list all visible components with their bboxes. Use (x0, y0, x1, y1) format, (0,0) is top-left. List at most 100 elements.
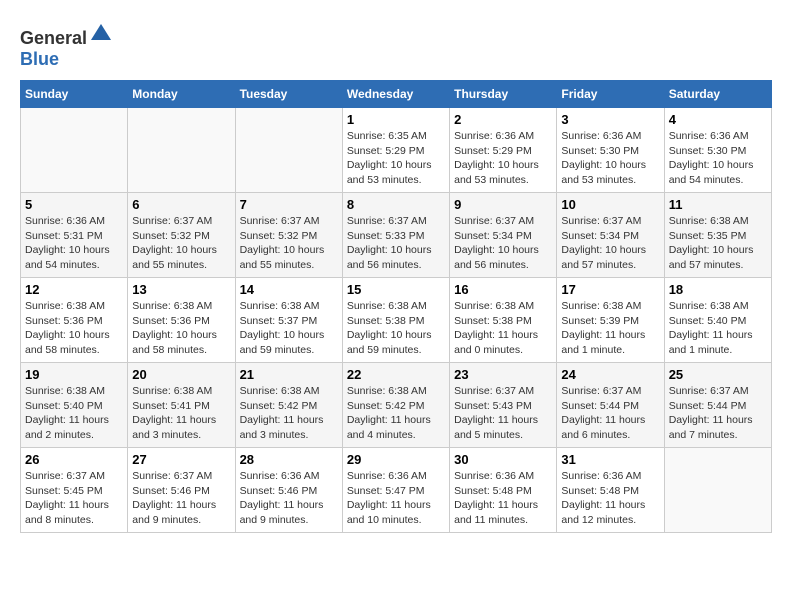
calendar-week-row: 1 Sunrise: 6:35 AM Sunset: 5:29 PM Daylig… (21, 108, 772, 193)
day-number: 24 (561, 367, 659, 382)
calendar-cell: 16 Sunrise: 6:38 AM Sunset: 5:38 PM Dayli… (450, 278, 557, 363)
day-number: 12 (25, 282, 123, 297)
day-number: 9 (454, 197, 552, 212)
calendar-cell: 11Sunrise: 6:38 AM Sunset: 5:35 PM Dayli… (664, 193, 771, 278)
calendar-cell: 13 Sunrise: 6:38 AM Sunset: 5:36 PM Dayli… (128, 278, 235, 363)
day-info: Sunrise: 6:36 AM Sunset: 5:46 PM Dayligh… (240, 469, 338, 528)
day-number: 27 (132, 452, 230, 467)
calendar-cell: 21 Sunrise: 6:38 AM Sunset: 5:42 PM Dayli… (235, 363, 342, 448)
day-number: 29 (347, 452, 445, 467)
day-number: 13 (132, 282, 230, 297)
day-number: 10 (561, 197, 659, 212)
day-number: 15 (347, 282, 445, 297)
calendar-cell: 27Sunrise: 6:37 AM Sunset: 5:46 PM Dayli… (128, 448, 235, 533)
day-number: 4 (669, 112, 767, 127)
weekday-header-wednesday: Wednesday (342, 81, 449, 108)
weekday-header-saturday: Saturday (664, 81, 771, 108)
calendar-cell: 18 Sunrise: 6:38 AM Sunset: 5:40 PM Dayli… (664, 278, 771, 363)
day-info: Sunrise: 6:38 AM Sunset: 5:36 PM Dayligh… (25, 299, 123, 358)
day-info: Sunrise: 6:37 AM Sunset: 5:44 PM Dayligh… (669, 384, 767, 443)
calendar-week-row: 26 Sunrise: 6:37 AM Sunset: 5:45 PM Dayli… (21, 448, 772, 533)
logo: General Blue (20, 20, 113, 70)
calendar-table: SundayMondayTuesdayWednesdayThursdayFrid… (20, 80, 772, 533)
calendar-cell: 3 Sunrise: 6:36 AM Sunset: 5:30 PM Daylig… (557, 108, 664, 193)
day-number: 31 (561, 452, 659, 467)
calendar-cell: 25Sunrise: 6:37 AM Sunset: 5:44 PM Dayli… (664, 363, 771, 448)
calendar-cell: 29 Sunrise: 6:36 AM Sunset: 5:47 PM Dayli… (342, 448, 449, 533)
day-info: Sunrise: 6:37 AM Sunset: 5:32 PM Dayligh… (132, 214, 230, 273)
calendar-cell: 14 Sunrise: 6:38 AM Sunset: 5:37 PM Dayli… (235, 278, 342, 363)
calendar-cell: 17Sunrise: 6:38 AM Sunset: 5:39 PM Dayli… (557, 278, 664, 363)
day-info: Sunrise: 6:38 AM Sunset: 5:38 PM Dayligh… (454, 299, 552, 358)
day-info: Sunrise: 6:38 AM Sunset: 5:41 PM Dayligh… (132, 384, 230, 443)
day-number: 19 (25, 367, 123, 382)
calendar-cell: 6 Sunrise: 6:37 AM Sunset: 5:32 PM Daylig… (128, 193, 235, 278)
day-info: Sunrise: 6:37 AM Sunset: 5:43 PM Dayligh… (454, 384, 552, 443)
calendar-cell: 23 Sunrise: 6:37 AM Sunset: 5:43 PM Dayli… (450, 363, 557, 448)
day-number: 21 (240, 367, 338, 382)
weekday-header-monday: Monday (128, 81, 235, 108)
weekday-header-thursday: Thursday (450, 81, 557, 108)
day-number: 23 (454, 367, 552, 382)
day-number: 3 (561, 112, 659, 127)
weekday-header-tuesday: Tuesday (235, 81, 342, 108)
calendar-cell: 26 Sunrise: 6:37 AM Sunset: 5:45 PM Dayli… (21, 448, 128, 533)
day-info: Sunrise: 6:37 AM Sunset: 5:34 PM Dayligh… (561, 214, 659, 273)
day-info: Sunrise: 6:36 AM Sunset: 5:29 PM Dayligh… (454, 129, 552, 188)
calendar-cell (664, 448, 771, 533)
day-info: Sunrise: 6:36 AM Sunset: 5:30 PM Dayligh… (561, 129, 659, 188)
logo-blue: Blue (20, 49, 59, 69)
day-number: 26 (25, 452, 123, 467)
day-info: Sunrise: 6:38 AM Sunset: 5:39 PM Dayligh… (561, 299, 659, 358)
calendar-cell (128, 108, 235, 193)
day-number: 30 (454, 452, 552, 467)
day-info: Sunrise: 6:38 AM Sunset: 5:37 PM Dayligh… (240, 299, 338, 358)
day-info: Sunrise: 6:38 AM Sunset: 5:36 PM Dayligh… (132, 299, 230, 358)
calendar-body: 1 Sunrise: 6:35 AM Sunset: 5:29 PM Daylig… (21, 108, 772, 533)
day-number: 8 (347, 197, 445, 212)
logo-icon (89, 20, 113, 44)
day-info: Sunrise: 6:37 AM Sunset: 5:32 PM Dayligh… (240, 214, 338, 273)
day-number: 5 (25, 197, 123, 212)
day-number: 6 (132, 197, 230, 212)
day-info: Sunrise: 6:36 AM Sunset: 5:30 PM Dayligh… (669, 129, 767, 188)
calendar-cell: 9 Sunrise: 6:37 AM Sunset: 5:34 PM Daylig… (450, 193, 557, 278)
day-info: Sunrise: 6:35 AM Sunset: 5:29 PM Dayligh… (347, 129, 445, 188)
day-number: 16 (454, 282, 552, 297)
day-info: Sunrise: 6:38 AM Sunset: 5:38 PM Dayligh… (347, 299, 445, 358)
weekday-header-friday: Friday (557, 81, 664, 108)
day-info: Sunrise: 6:37 AM Sunset: 5:33 PM Dayligh… (347, 214, 445, 273)
logo-text: General Blue (20, 20, 113, 70)
day-info: Sunrise: 6:38 AM Sunset: 5:42 PM Dayligh… (240, 384, 338, 443)
calendar-cell: 4 Sunrise: 6:36 AM Sunset: 5:30 PM Daylig… (664, 108, 771, 193)
day-info: Sunrise: 6:38 AM Sunset: 5:42 PM Dayligh… (347, 384, 445, 443)
day-number: 14 (240, 282, 338, 297)
day-number: 18 (669, 282, 767, 297)
day-info: Sunrise: 6:36 AM Sunset: 5:31 PM Dayligh… (25, 214, 123, 273)
calendar-cell: 19Sunrise: 6:38 AM Sunset: 5:40 PM Dayli… (21, 363, 128, 448)
calendar-cell: 8 Sunrise: 6:37 AM Sunset: 5:33 PM Daylig… (342, 193, 449, 278)
day-info: Sunrise: 6:38 AM Sunset: 5:40 PM Dayligh… (669, 299, 767, 358)
day-number: 1 (347, 112, 445, 127)
day-number: 20 (132, 367, 230, 382)
weekday-header-row: SundayMondayTuesdayWednesdayThursdayFrid… (21, 81, 772, 108)
day-number: 2 (454, 112, 552, 127)
day-info: Sunrise: 6:36 AM Sunset: 5:47 PM Dayligh… (347, 469, 445, 528)
calendar-cell: 15 Sunrise: 6:38 AM Sunset: 5:38 PM Dayli… (342, 278, 449, 363)
calendar-cell: 31 Sunrise: 6:36 AM Sunset: 5:48 PM Dayli… (557, 448, 664, 533)
calendar-week-row: 19Sunrise: 6:38 AM Sunset: 5:40 PM Dayli… (21, 363, 772, 448)
calendar-header: SundayMondayTuesdayWednesdayThursdayFrid… (21, 81, 772, 108)
day-info: Sunrise: 6:36 AM Sunset: 5:48 PM Dayligh… (561, 469, 659, 528)
day-info: Sunrise: 6:37 AM Sunset: 5:45 PM Dayligh… (25, 469, 123, 528)
day-info: Sunrise: 6:38 AM Sunset: 5:35 PM Dayligh… (669, 214, 767, 273)
calendar-cell: 20 Sunrise: 6:38 AM Sunset: 5:41 PM Dayli… (128, 363, 235, 448)
calendar-cell (235, 108, 342, 193)
calendar-week-row: 5 Sunrise: 6:36 AM Sunset: 5:31 PM Daylig… (21, 193, 772, 278)
day-number: 22 (347, 367, 445, 382)
calendar-cell: 2 Sunrise: 6:36 AM Sunset: 5:29 PM Daylig… (450, 108, 557, 193)
calendar-cell: 22 Sunrise: 6:38 AM Sunset: 5:42 PM Dayli… (342, 363, 449, 448)
day-number: 7 (240, 197, 338, 212)
day-info: Sunrise: 6:37 AM Sunset: 5:44 PM Dayligh… (561, 384, 659, 443)
day-info: Sunrise: 6:37 AM Sunset: 5:34 PM Dayligh… (454, 214, 552, 273)
calendar-cell: 24 Sunrise: 6:37 AM Sunset: 5:44 PM Dayli… (557, 363, 664, 448)
